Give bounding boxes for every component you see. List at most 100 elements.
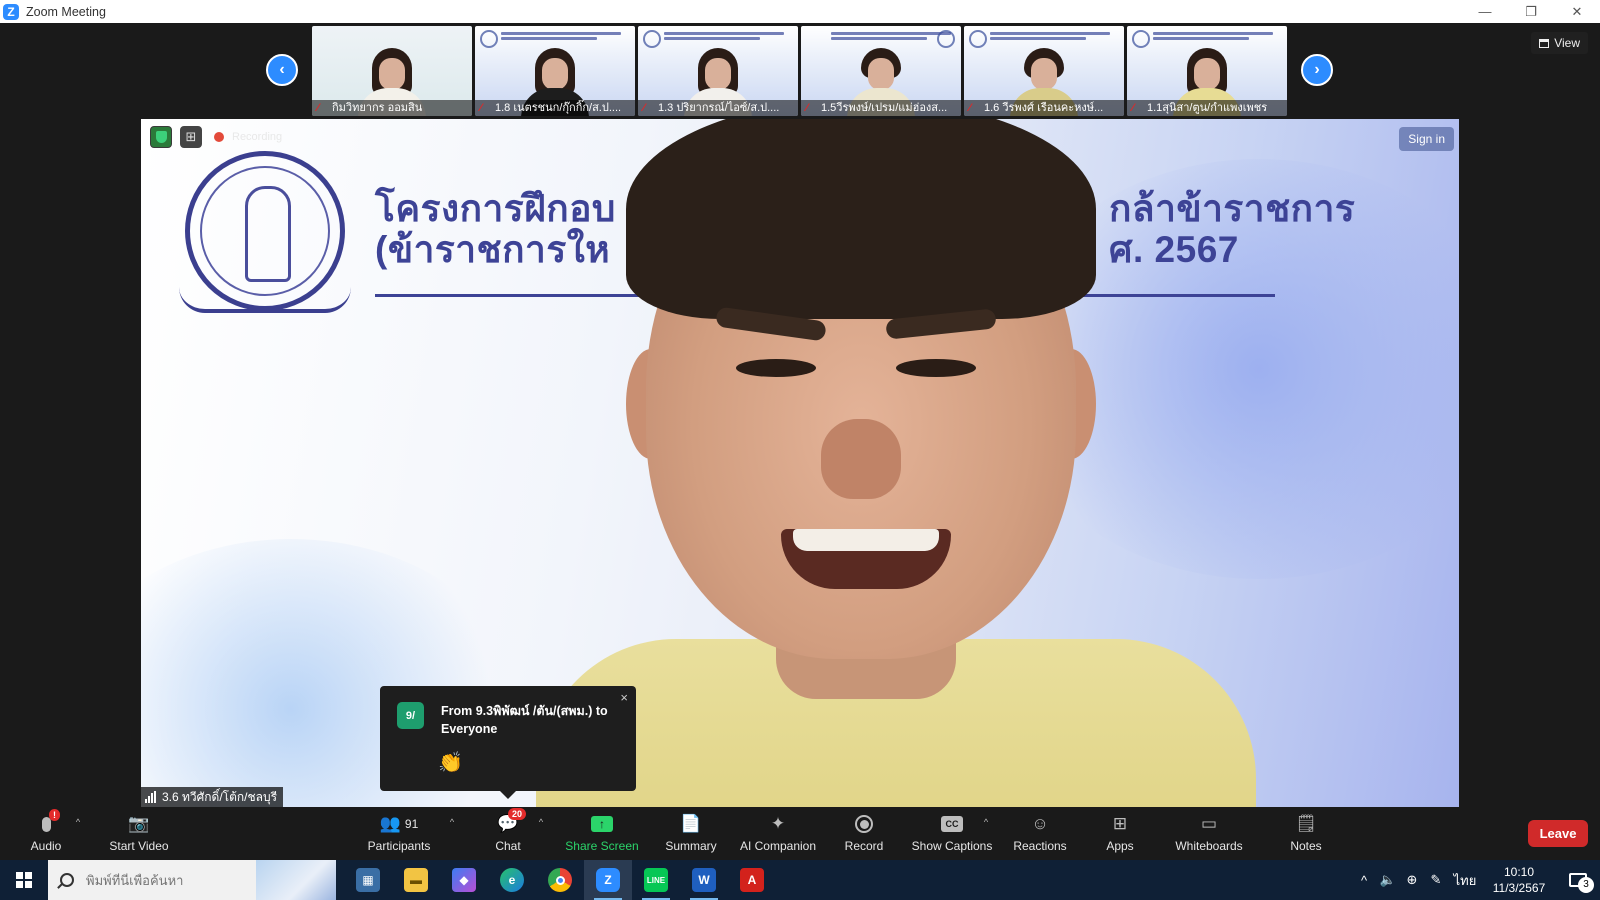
taskbar-app-chrome[interactable] xyxy=(536,860,584,900)
summary-icon: 📄 xyxy=(680,814,702,833)
meeting-area: ‹ ⁄ กิมวิทยากร ออมสิน ⁄ 1.8 เนตรชนก/กุ๊กกิ… xyxy=(0,23,1600,807)
taskbar-app-file-explorer[interactable]: ▬ xyxy=(392,860,440,900)
taskbar-app-word[interactable]: W xyxy=(680,860,728,900)
speaker-icon[interactable]: 🔈 xyxy=(1376,872,1400,888)
share-screen-button[interactable]: ↑ Share Screen xyxy=(562,807,642,860)
participant-video xyxy=(521,42,589,116)
search-highlight-image xyxy=(256,860,336,900)
start-video-button[interactable]: 📷 Start Video xyxy=(104,807,174,860)
reactions-button[interactable]: ☺ Reactions xyxy=(1010,807,1070,860)
chevron-up-icon: ^ xyxy=(983,817,989,827)
participant-name: ⁄ 1.6 วีรพงศ์ เรือนคะหงษ์... xyxy=(964,100,1124,116)
acrobat-icon: A xyxy=(740,868,764,892)
chat-bubble-icon: 💬 20 xyxy=(496,808,527,836)
seal-icon xyxy=(969,30,987,48)
gallery-view-icon xyxy=(1539,38,1550,48)
mic-muted-icon: ⁄ xyxy=(806,102,808,114)
participant-video xyxy=(847,42,915,116)
record-button[interactable]: Record xyxy=(842,807,886,860)
participant-name: ⁄ 1.8 เนตรชนก/กุ๊กกิ๊ก/ส.ป.... xyxy=(475,100,635,116)
restore-icon[interactable]: ❐ xyxy=(1508,0,1554,23)
chat-options-button[interactable]: ^ xyxy=(535,807,547,860)
whiteboard-icon: ▭ xyxy=(1200,814,1218,833)
apps-icon: ⊞ xyxy=(1112,814,1128,833)
active-speaker-video[interactable]: โครงการฝึกอบ (ข้าราชการให กล้าข้าราชการ … xyxy=(141,119,1459,807)
meeting-info-icon[interactable]: ⊞ xyxy=(180,126,202,148)
participants-options-button[interactable]: ^ xyxy=(446,807,458,860)
start-button[interactable] xyxy=(0,860,48,900)
zoom-logo-icon: Z xyxy=(3,3,19,20)
participant-name: ⁄ กิมวิทยากร ออมสิน xyxy=(312,100,472,116)
close-icon[interactable]: ✕ xyxy=(1554,0,1600,23)
close-icon[interactable]: × xyxy=(620,690,628,705)
taskbar-app-zoom[interactable]: Z xyxy=(584,860,632,900)
window-controls: — ❐ ✕ xyxy=(1462,0,1600,23)
record-icon xyxy=(852,812,876,836)
participant-thumbnail[interactable]: ⁄ 1.8 เนตรชนก/กุ๊กกิ๊ก/ส.ป.... xyxy=(475,26,635,116)
ai-companion-button[interactable]: ✦ AI Companion xyxy=(736,807,820,860)
system-tray: ^ 🔈 ⊕ ✎ ไทย 10:10 11/3/2567 3 xyxy=(1352,860,1600,900)
word-icon: W xyxy=(692,868,716,892)
network-icon[interactable]: ⊕ xyxy=(1400,872,1424,888)
notes-button[interactable]: 🗒 Notes xyxy=(1288,807,1324,860)
chevron-up-icon[interactable]: ^ xyxy=(1352,873,1376,888)
windows-taskbar: ▦ ▬ ◆ e Z LINE W A ^ 🔈 ⊕ ✎ ไทย 10:10 11/… xyxy=(0,860,1600,900)
notes-icon: 🗒 xyxy=(1295,814,1317,833)
audio-button[interactable]: ! Audio xyxy=(26,807,66,860)
participant-name: ⁄ 1.1สุนิสา/ตูน/กำแพงเพชร xyxy=(1127,100,1287,116)
signal-strength-icon xyxy=(145,791,156,803)
reaction-smiley-icon: ☺ xyxy=(1031,814,1049,833)
photos-icon: ▦ xyxy=(356,868,380,892)
next-page-button[interactable]: › xyxy=(1301,54,1333,86)
chevron-right-icon: › xyxy=(1314,61,1320,78)
leave-button[interactable]: Leave xyxy=(1528,820,1588,847)
share-screen-icon: ↑ xyxy=(590,812,614,836)
app-window: Z Zoom Meeting — ❐ ✕ ‹ ⁄ กิมวิทยากร ออมสิ… xyxy=(0,0,1600,900)
taskbar-app-copilot[interactable]: ◆ xyxy=(440,860,488,900)
participants-button[interactable]: 👥 91 Participants xyxy=(364,807,434,860)
taskbar-search[interactable] xyxy=(48,860,336,900)
prev-page-button[interactable]: ‹ xyxy=(266,54,298,86)
edge-icon: e xyxy=(500,868,524,892)
participant-video xyxy=(358,42,426,116)
participant-thumbnail[interactable]: ⁄ กิมวิทยากร ออมสิน xyxy=(312,26,472,116)
clock[interactable]: 10:10 11/3/2567 xyxy=(1482,864,1556,896)
line-icon: LINE xyxy=(644,868,668,892)
pen-icon[interactable]: ✎ xyxy=(1424,872,1448,888)
chat-notification[interactable]: 9/ From 9.3พิพัฒน์ /ตัน/(สพม.) to Everyo… xyxy=(380,686,636,799)
participant-thumbnail[interactable]: ⁄ 1.3 ปริยากรณ์/ไอซ์/ส.ป.... xyxy=(638,26,798,116)
view-button[interactable]: View xyxy=(1531,32,1588,54)
mic-muted-icon: ⁄ xyxy=(480,102,482,114)
security-shield-icon[interactable] xyxy=(150,126,172,148)
language-indicator[interactable]: ไทย xyxy=(1448,870,1482,891)
chat-sender: From 9.3พิพัฒน์ /ตัน/(สพม.) to Everyone xyxy=(441,704,608,736)
taskbar-apps: ▦ ▬ ◆ e Z LINE W A xyxy=(344,860,776,900)
participant-name: ⁄ 1.3 ปริยากรณ์/ไอซ์/ส.ป.... xyxy=(638,100,798,116)
seal-icon xyxy=(480,30,498,48)
audio-options-button[interactable]: ^ xyxy=(72,807,84,860)
participant-thumbnail[interactable]: ⁄ 1.1สุนิสา/ตูน/กำแพงเพชร xyxy=(1127,26,1287,116)
sign-in-button[interactable]: Sign in xyxy=(1399,127,1454,151)
title-bar: Z Zoom Meeting — ❐ ✕ xyxy=(0,0,1600,23)
chat-button[interactable]: 💬 20 Chat xyxy=(488,807,528,860)
chevron-left-icon: ‹ xyxy=(279,61,285,78)
notification-center[interactable]: 3 xyxy=(1556,873,1600,893)
chevron-up-icon: ^ xyxy=(75,817,81,827)
participant-thumbnail[interactable]: ⁄ 1.6 วีรพงศ์ เรือนคะหงษ์... xyxy=(964,26,1124,116)
taskbar-app-acrobat[interactable]: A xyxy=(728,860,776,900)
apps-button[interactable]: ⊞ Apps xyxy=(1100,807,1140,860)
whiteboards-button[interactable]: ▭ Whiteboards xyxy=(1172,807,1246,860)
windows-logo-icon xyxy=(16,872,32,888)
taskbar-app-line[interactable]: LINE xyxy=(632,860,680,900)
mic-muted-icon: ⁄ xyxy=(1132,102,1134,114)
clock-date: 11/3/2567 xyxy=(1492,881,1546,895)
taskbar-app-photos[interactable]: ▦ xyxy=(344,860,392,900)
mic-muted-icon: ⁄ xyxy=(643,102,645,114)
video-off-icon: 📷 xyxy=(128,814,150,833)
captions-options-button[interactable]: ^ xyxy=(980,807,992,860)
summary-button[interactable]: 📄 Summary xyxy=(660,807,722,860)
microphone-icon: ! xyxy=(34,809,60,836)
minimize-icon[interactable]: — xyxy=(1462,0,1508,23)
participant-thumbnail[interactable]: ⁄ 1.5วีรพงษ์/เปรม/แม่ฮ่องส... xyxy=(801,26,961,116)
taskbar-app-edge[interactable]: e xyxy=(488,860,536,900)
